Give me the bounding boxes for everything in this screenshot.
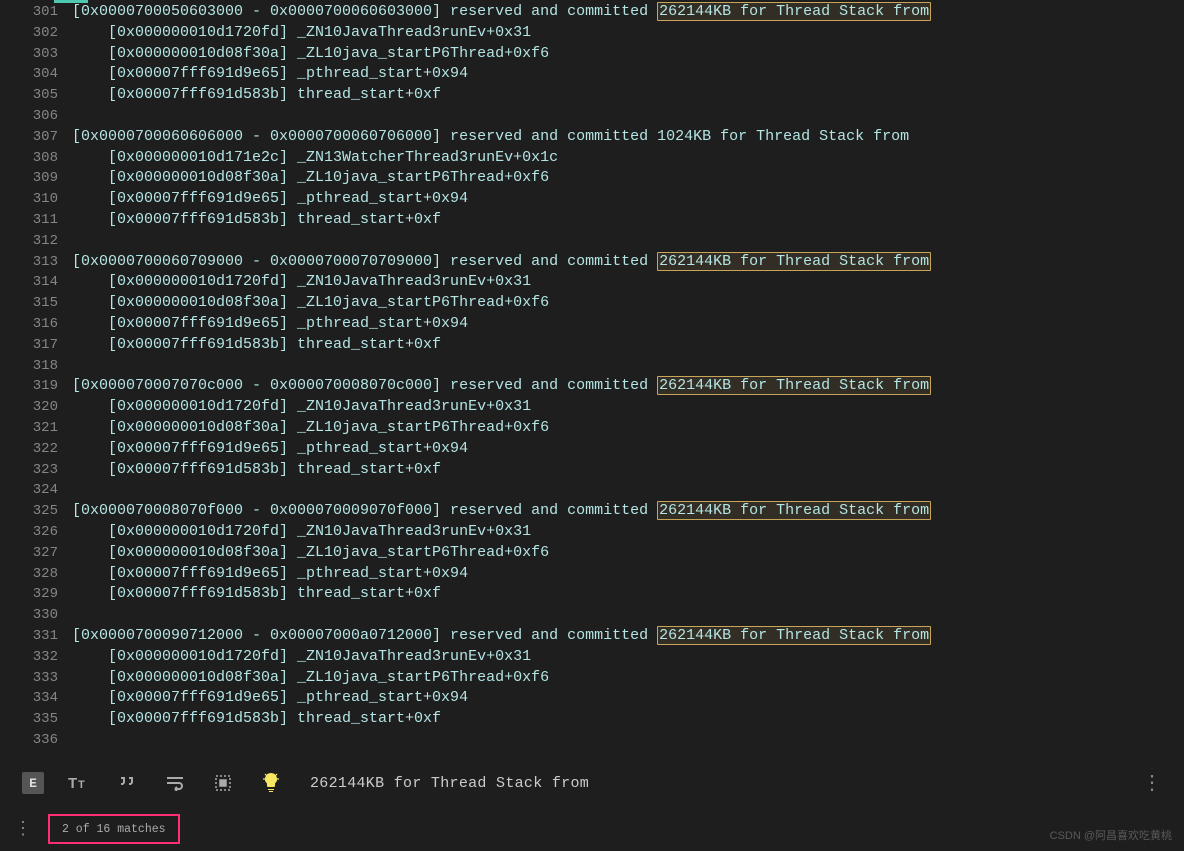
line-number: 332 — [0, 647, 58, 668]
code-line — [72, 231, 1184, 252]
line-number: 335 — [0, 709, 58, 730]
code-line — [72, 356, 1184, 377]
code-line: [0x000000010d08f30a] _ZL10java_startP6Th… — [72, 168, 1184, 189]
code-line: [0x000000010d08f30a] _ZL10java_startP6Th… — [72, 668, 1184, 689]
code-line: [0x0000700060709000 - 0x0000700070709000… — [72, 252, 1184, 273]
more-icon[interactable]: ⋮ — [1142, 770, 1162, 796]
code-line: [0x000000010d1720fd] _ZN10JavaThread3run… — [72, 647, 1184, 668]
line-number: 321 — [0, 418, 58, 439]
line-number: 303 — [0, 44, 58, 65]
line-number: 313 — [0, 252, 58, 273]
code-line: [0x000070008070f000 - 0x000070009070f000… — [72, 501, 1184, 522]
line-number: 318 — [0, 356, 58, 377]
status-bar: ⋮ 2 of 16 matches — [0, 807, 1184, 851]
line-number: 329 — [0, 584, 58, 605]
line-number: 311 — [0, 210, 58, 231]
code-line: [0x00007fff691d583b] thread_start+0xf — [72, 85, 1184, 106]
line-number: 326 — [0, 522, 58, 543]
code-line: [0x0000700050603000 - 0x0000700060603000… — [72, 2, 1184, 23]
line-number: 325 — [0, 501, 58, 522]
search-match: 262144KB for Thread Stack from — [657, 2, 931, 21]
line-number: 310 — [0, 189, 58, 210]
watermark: CSDN @阿昌喜欢吃黄桃 — [1050, 827, 1172, 843]
text-size-icon[interactable]: TT — [66, 770, 92, 796]
code-line: [0x00007fff691d583b] thread_start+0xf — [72, 335, 1184, 356]
line-number: 309 — [0, 168, 58, 189]
line-number: 304 — [0, 64, 58, 85]
wrap-icon[interactable] — [162, 770, 188, 796]
code-line — [72, 106, 1184, 127]
code-area[interactable]: [0x0000700050603000 - 0x0000700060603000… — [72, 0, 1184, 759]
code-line: [0x00007fff691d9e65] _pthread_start+0x94 — [72, 314, 1184, 335]
code-line — [72, 730, 1184, 751]
svg-text:T: T — [68, 775, 77, 792]
code-line: [0x0000700090712000 - 0x00007000a0712000… — [72, 626, 1184, 647]
code-line: [0x00007fff691d583b] thread_start+0xf — [72, 460, 1184, 481]
line-number: 316 — [0, 314, 58, 335]
find-toolbar: E TT 262144KB for Thread Stack from ⋮ — [0, 759, 1184, 807]
code-line: [0x000000010d08f30a] _ZL10java_startP6Th… — [72, 293, 1184, 314]
search-input[interactable]: 262144KB for Thread Stack from — [306, 775, 1120, 792]
status-menu-icon[interactable]: ⋮ — [14, 818, 32, 840]
code-line: [0x000000010d1720fd] _ZN10JavaThread3run… — [72, 23, 1184, 44]
code-line: [0x000000010d171e2c] _ZN13WatcherThread3… — [72, 148, 1184, 169]
line-number: 334 — [0, 688, 58, 709]
line-number: 312 — [0, 231, 58, 252]
line-number: 320 — [0, 397, 58, 418]
line-number: 324 — [0, 480, 58, 501]
code-line: [0x00007fff691d583b] thread_start+0xf — [72, 709, 1184, 730]
editor[interactable]: 3013023033043053063073083093103113123133… — [0, 0, 1184, 759]
line-number: 336 — [0, 730, 58, 751]
search-match: 262144KB for Thread Stack from — [657, 626, 931, 645]
line-number: 330 — [0, 605, 58, 626]
line-number: 314 — [0, 272, 58, 293]
bulb-icon[interactable] — [258, 770, 284, 796]
code-line — [72, 480, 1184, 501]
code-line: [0x00007fff691d583b] thread_start+0xf — [72, 210, 1184, 231]
line-number: 327 — [0, 543, 58, 564]
line-number: 328 — [0, 564, 58, 585]
line-number: 331 — [0, 626, 58, 647]
line-number: 322 — [0, 439, 58, 460]
search-match: 262144KB for Thread Stack from — [657, 376, 931, 395]
line-number: 301 — [0, 2, 58, 23]
line-number: 305 — [0, 85, 58, 106]
line-number: 319 — [0, 376, 58, 397]
code-line: [0x00007fff691d9e65] _pthread_start+0x94 — [72, 189, 1184, 210]
svg-text:T: T — [78, 779, 85, 791]
line-number: 308 — [0, 148, 58, 169]
code-line — [72, 605, 1184, 626]
code-line: [0x000000010d1720fd] _ZN10JavaThread3run… — [72, 522, 1184, 543]
line-number: 306 — [0, 106, 58, 127]
code-line: [0x000000010d08f30a] _ZL10java_startP6Th… — [72, 418, 1184, 439]
code-line: [0x000000010d08f30a] _ZL10java_startP6Th… — [72, 543, 1184, 564]
line-number: 333 — [0, 668, 58, 689]
code-line: [0x000000010d1720fd] _ZN10JavaThread3run… — [72, 397, 1184, 418]
quote-icon[interactable] — [114, 770, 140, 796]
code-line: [0x000000010d08f30a] _ZL10java_startP6Th… — [72, 44, 1184, 65]
line-number: 317 — [0, 335, 58, 356]
match-count: 2 of 16 matches — [48, 814, 180, 844]
selection-icon[interactable] — [210, 770, 236, 796]
code-line: [0x0000700060606000 - 0x0000700060706000… — [72, 127, 1184, 148]
line-number: 323 — [0, 460, 58, 481]
code-line: [0x00007fff691d9e65] _pthread_start+0x94 — [72, 64, 1184, 85]
search-match: 262144KB for Thread Stack from — [657, 501, 931, 520]
code-line: [0x00007fff691d9e65] _pthread_start+0x94 — [72, 688, 1184, 709]
line-number: 315 — [0, 293, 58, 314]
code-line: [0x00007fff691d9e65] _pthread_start+0x94 — [72, 439, 1184, 460]
code-line: [0x000000010d1720fd] _ZN10JavaThread3run… — [72, 272, 1184, 293]
search-match: 262144KB for Thread Stack from — [657, 252, 931, 271]
line-number: 307 — [0, 127, 58, 148]
code-line: [0x00007fff691d583b] thread_start+0xf — [72, 584, 1184, 605]
code-line: [0x000070007070c000 - 0x000070008070c000… — [72, 376, 1184, 397]
line-number: 302 — [0, 23, 58, 44]
regex-toggle[interactable]: E — [22, 772, 44, 794]
line-gutter: 3013023033043053063073083093103113123133… — [0, 0, 72, 759]
code-line: [0x00007fff691d9e65] _pthread_start+0x94 — [72, 564, 1184, 585]
